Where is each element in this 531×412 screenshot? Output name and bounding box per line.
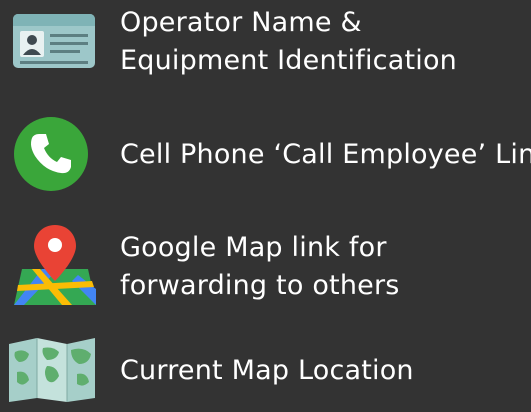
map-pin-icon: [12, 223, 98, 307]
label-line: Operator Name &: [120, 7, 362, 38]
legend-item-label: Current Map Location: [120, 352, 414, 390]
legend-item-google-map-link: Google Map link for forwarding to others: [0, 215, 531, 315]
legend-item-operator-id: Operator Name & Equipment Identification: [0, 0, 531, 100]
legend-panel: Operator Name & Equipment Identification…: [0, 0, 531, 412]
legend-item-current-location: Current Map Location: [0, 330, 531, 412]
legend-item-label: Operator Name & Equipment Identification: [120, 4, 457, 80]
label-line: Equipment Identification: [120, 45, 457, 76]
legend-item-label: Google Map link for forwarding to others: [120, 229, 400, 305]
folded-map-icon: [7, 336, 97, 404]
label-line: Google Map link for: [120, 232, 387, 263]
label-line: Current Map Location: [120, 355, 414, 386]
legend-item-label: Cell Phone ‘Call Employee’ Link: [120, 136, 531, 174]
label-line: forwarding to others: [120, 270, 400, 301]
label-line: Cell Phone ‘Call Employee’ Link: [120, 139, 531, 170]
legend-item-call-employee: Cell Phone ‘Call Employee’ Link: [0, 110, 531, 205]
phone-icon: [13, 116, 89, 192]
id-card-icon: [12, 12, 96, 70]
